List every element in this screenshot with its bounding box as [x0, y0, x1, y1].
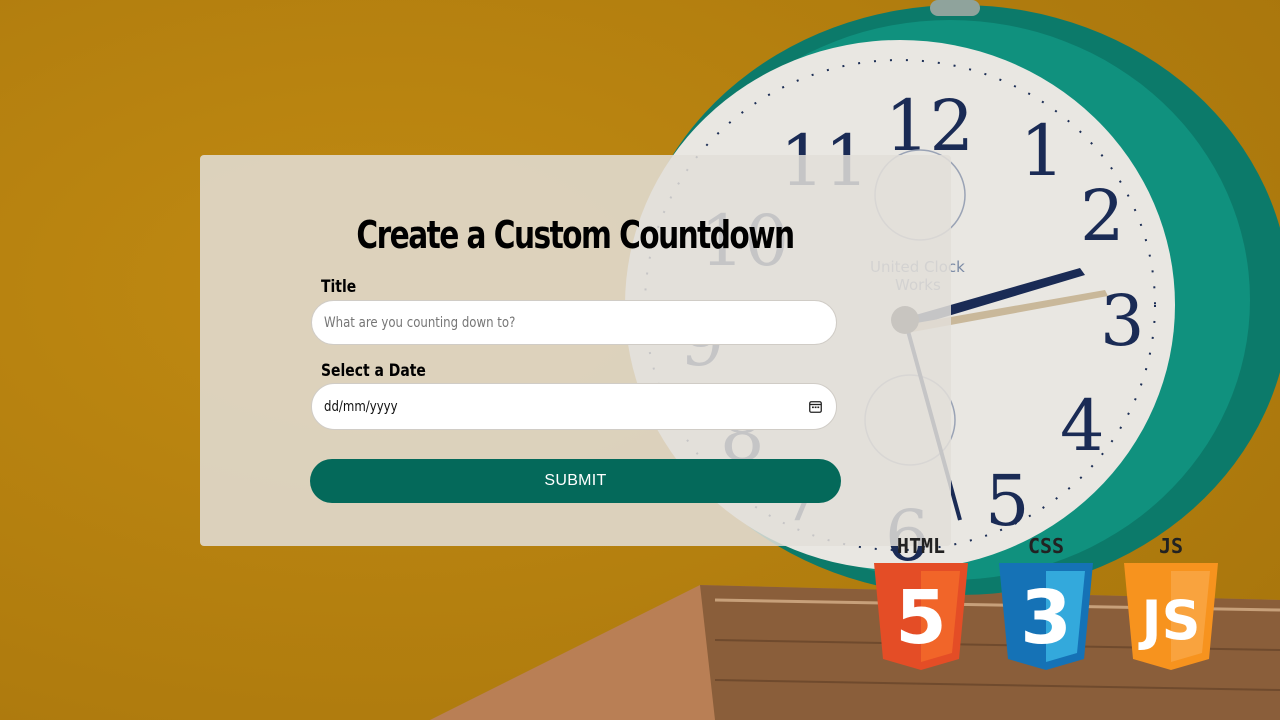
- svg-text:5: 5: [985, 460, 1030, 542]
- css3-logo: CSS 3: [996, 535, 1096, 675]
- js-letters: JS: [1138, 589, 1201, 652]
- css-word: CSS: [1027, 534, 1065, 558]
- svg-text:3: 3: [1100, 280, 1145, 362]
- css3-number: 3: [1020, 575, 1072, 661]
- html5-number: 5: [895, 575, 947, 661]
- html5-icon: 5: [874, 563, 968, 670]
- html-word: HTML: [896, 534, 946, 558]
- js-logo: JS JS: [1121, 535, 1221, 675]
- page-title: Create a Custom Countdown: [356, 213, 795, 257]
- svg-text:4: 4: [1060, 385, 1105, 467]
- submit-button[interactable]: SUBMIT: [310, 459, 841, 503]
- app-stage: 12 1 2 3 4 5 6 7 8 9 10 11 United Clock …: [0, 0, 1280, 720]
- html5-logo: HTML 5: [871, 535, 971, 675]
- js-icon: JS: [1124, 563, 1218, 670]
- date-label: Select a Date: [321, 361, 426, 381]
- js-word: JS: [1158, 534, 1184, 558]
- css3-icon: 3: [999, 563, 1093, 670]
- title-input[interactable]: What are you counting down to?: [311, 300, 837, 345]
- title-label: Title: [321, 277, 357, 297]
- svg-text:1: 1: [1020, 110, 1065, 192]
- calendar-icon[interactable]: [809, 400, 822, 413]
- title-input-placeholder: What are you counting down to?: [324, 314, 516, 331]
- date-input-value: dd/mm/yyyy: [324, 398, 398, 415]
- date-input[interactable]: dd/mm/yyyy: [311, 383, 837, 430]
- svg-text:2: 2: [1080, 175, 1125, 257]
